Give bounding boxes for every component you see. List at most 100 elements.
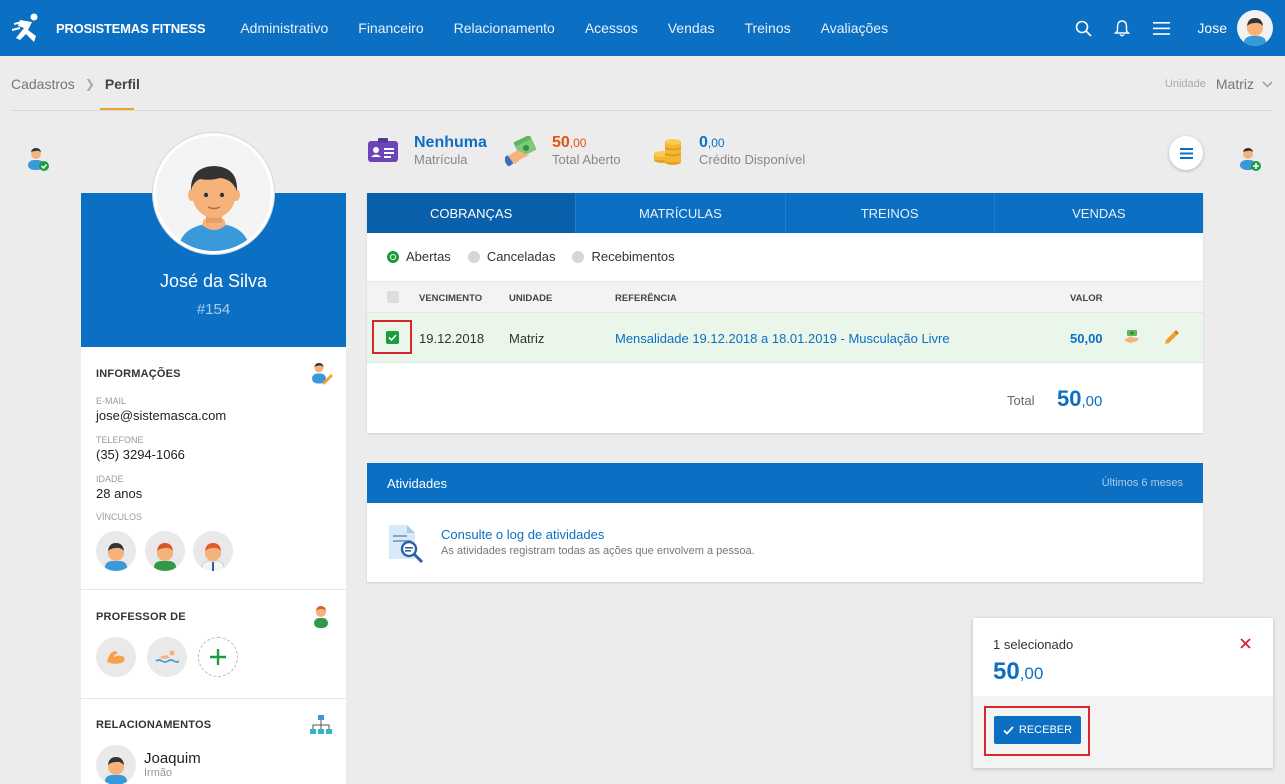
enrollment-label: Matrícula: [414, 152, 468, 167]
filter-recebimentos-label: Recebimentos: [591, 249, 675, 264]
menu-administrativo[interactable]: Administrativo: [240, 20, 328, 36]
tab-treinos[interactable]: TREINOS: [786, 193, 995, 233]
open-total-dec: ,00: [569, 136, 587, 150]
top-navbar: PROSISTEMAS FITNESS Administrativo Finan…: [0, 0, 1285, 56]
select-all-checkbox[interactable]: [387, 291, 399, 303]
profile-avatar[interactable]: [153, 133, 274, 254]
status-filter: Abertas Canceladas Recebimentos: [387, 249, 692, 264]
user-check-icon[interactable]: [24, 145, 52, 173]
activities-title: Atividades: [387, 476, 447, 491]
selection-panel: 1 selecionado 50,00 RECEBER: [973, 618, 1273, 768]
filter-canceladas-label: Canceladas: [486, 249, 556, 264]
breadcrumb-divider: [11, 110, 1273, 111]
top-right-tools: Jose: [1054, 0, 1273, 56]
brand-name: PROSISTEMAS FITNESS: [56, 20, 206, 36]
row-checkbox[interactable]: [385, 330, 399, 344]
row-reference[interactable]: Mensalidade 19.12.2018 a 18.01.2019 - Mu…: [615, 331, 950, 346]
receive-button-label: RECEBER: [1018, 724, 1073, 736]
col-vencimento[interactable]: VENCIMENTO: [419, 293, 482, 304]
age-value: 28 anos: [96, 486, 143, 501]
credit-int: 0: [699, 134, 708, 151]
add-user-icon[interactable]: [1236, 145, 1264, 173]
receive-payment-icon[interactable]: [1124, 330, 1140, 344]
radio-icon: [572, 250, 585, 263]
row-checkbox-highlight: [372, 320, 412, 354]
receive-button-highlight: RECEBER: [984, 706, 1090, 756]
profile-name: José da Silva: [159, 271, 268, 291]
email-value: jose@sistemasca.com: [96, 408, 227, 423]
activities-description: As atividades registram todas as ações q…: [441, 545, 755, 557]
check-icon: [1003, 725, 1014, 735]
check-icon: [387, 333, 397, 341]
chevron-down-icon: [1262, 80, 1273, 88]
hamburger-menu-icon[interactable]: [1151, 18, 1171, 38]
table-header: VENCIMENTO UNIDADE REFERÊNCIA VALOR: [367, 281, 1203, 312]
user-name[interactable]: Jose: [1197, 20, 1227, 36]
plus-icon: [210, 649, 226, 665]
filter-abertas[interactable]: Abertas: [387, 249, 451, 264]
coins-icon: [654, 138, 682, 165]
options-menu-button[interactable]: [1169, 136, 1203, 170]
enrollment-summary: Nenhuma Matrícula: [367, 134, 487, 167]
charges-panel: COBRANÇAS MATRÍCULAS TREINOS VENDAS Aber…: [367, 193, 1203, 433]
menu-relacionamento[interactable]: Relacionamento: [454, 20, 555, 36]
bell-icon[interactable]: [1112, 18, 1132, 38]
tab-vendas[interactable]: VENDAS: [995, 193, 1203, 233]
swimming-icon[interactable]: [147, 637, 187, 677]
brand[interactable]: PROSISTEMAS FITNESS: [12, 12, 206, 44]
main-menu: Administrativo Financeiro Relacionamento…: [240, 20, 918, 36]
menu-financeiro[interactable]: Financeiro: [358, 20, 423, 36]
col-referencia[interactable]: REFERÊNCIA: [615, 293, 677, 304]
row-value: 50,00: [1070, 331, 1103, 346]
total-value: 50,00: [1057, 386, 1102, 412]
menu-treinos[interactable]: Treinos: [744, 20, 790, 36]
tab-matriculas[interactable]: MATRÍCULAS: [576, 193, 786, 233]
teacher-icon: [307, 602, 335, 630]
credit-dec: ,00: [707, 136, 725, 150]
breadcrumb: Cadastros ❯ Perfil: [11, 76, 140, 92]
info-card: INFORMAÇÕES E-MAIL jose@sistemasca.com T…: [81, 347, 346, 784]
open-total-int: 50: [552, 134, 570, 151]
table-row[interactable]: 19.12.2018 Matriz Mensalidade 19.12.2018…: [367, 312, 1203, 363]
filter-canceladas[interactable]: Canceladas: [467, 249, 556, 264]
add-modality-button[interactable]: [198, 637, 238, 677]
user-avatar[interactable]: [1237, 10, 1273, 46]
link-avatar[interactable]: [193, 531, 233, 571]
selection-footer: RECEBER: [973, 696, 1273, 768]
unit-selector[interactable]: Unidade Matriz: [1165, 76, 1273, 92]
list-icon: [1179, 147, 1193, 159]
tab-cobrancas[interactable]: COBRANÇAS: [367, 193, 577, 233]
edit-pencil-icon[interactable]: [1164, 330, 1179, 345]
relation-avatar[interactable]: [96, 745, 136, 784]
breadcrumb-cadastros[interactable]: Cadastros: [11, 76, 75, 92]
links-label: VÍNCULOS: [96, 512, 143, 522]
row-unit: Matriz: [509, 331, 545, 346]
filter-recebimentos[interactable]: Recebimentos: [572, 249, 675, 264]
email-label: E-MAIL: [96, 396, 127, 406]
edit-user-icon[interactable]: [307, 359, 335, 387]
id-card-icon: [368, 137, 398, 162]
open-total-label: Total Aberto: [552, 152, 621, 167]
info-section-title: INFORMAÇÕES: [96, 368, 181, 380]
relation-name[interactable]: Joaquim: [144, 750, 201, 767]
link-avatar[interactable]: [96, 531, 136, 571]
selection-value-dec: ,00: [1019, 664, 1044, 683]
menu-acessos[interactable]: Acessos: [585, 20, 638, 36]
credit-summary: 0,00 Crédito Disponível: [653, 134, 805, 167]
muscle-icon[interactable]: [96, 637, 136, 677]
link-avatar[interactable]: [145, 531, 185, 571]
runner-logo-icon: [12, 13, 38, 42]
activities-log-link[interactable]: Consulte o log de atividades: [441, 527, 604, 542]
col-unidade[interactable]: UNIDADE: [509, 293, 552, 304]
document-search-icon: [389, 525, 424, 563]
search-icon[interactable]: [1073, 18, 1093, 38]
phone-label: TELEFONE: [96, 435, 144, 445]
receive-button[interactable]: RECEBER: [994, 716, 1081, 744]
menu-vendas[interactable]: Vendas: [668, 20, 715, 36]
col-valor[interactable]: VALOR: [1070, 293, 1103, 304]
org-chart-icon[interactable]: [307, 711, 335, 739]
radio-icon: [467, 250, 480, 263]
menu-avaliacoes[interactable]: Avaliações: [821, 20, 888, 36]
close-icon[interactable]: [1237, 635, 1253, 651]
relations-section-title: RELACIONAMENTOS: [96, 719, 212, 731]
